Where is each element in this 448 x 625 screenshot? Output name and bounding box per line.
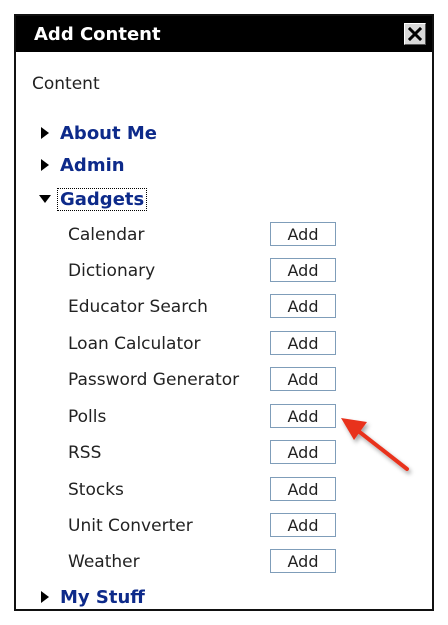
gadget-name: Dictionary	[68, 261, 156, 281]
category-gadgets[interactable]: Gadgets	[36, 186, 148, 212]
gadget-row-password-generator: Password Generator Add	[68, 367, 368, 395]
collapsed-triangle-icon	[36, 155, 54, 175]
add-content-dialog: Add Content Content About Me Admin Gadge…	[14, 14, 434, 611]
add-educator-search-button[interactable]: Add	[270, 294, 336, 318]
add-unit-converter-button[interactable]: Add	[270, 513, 336, 537]
collapsed-triangle-icon	[36, 123, 54, 143]
gadget-row-weather: Weather Add	[68, 549, 368, 577]
gadget-name: Unit Converter	[68, 516, 193, 536]
add-weather-button[interactable]: Add	[270, 549, 336, 573]
gadget-row-unit-converter: Unit Converter Add	[68, 513, 368, 541]
gadget-row-polls: Polls Add	[68, 404, 368, 432]
add-rss-button[interactable]: Add	[270, 440, 336, 464]
category-label[interactable]: Gadgets	[56, 187, 148, 211]
gadget-name: Weather	[68, 552, 140, 572]
add-polls-button[interactable]: Add	[270, 404, 336, 428]
add-dictionary-button[interactable]: Add	[270, 258, 336, 282]
gadget-name: Polls	[68, 407, 107, 427]
gadget-row-stocks: Stocks Add	[68, 477, 368, 505]
add-calendar-button[interactable]: Add	[270, 222, 336, 246]
category-label[interactable]: My Stuff	[58, 587, 147, 608]
gadget-row-rss: RSS Add	[68, 440, 368, 468]
gadget-row-loan-calculator: Loan Calculator Add	[68, 331, 368, 359]
gadget-row-dictionary: Dictionary Add	[68, 258, 368, 286]
dialog-title: Add Content	[34, 24, 161, 45]
expanded-triangle-icon	[36, 189, 54, 209]
gadget-name: Calendar	[68, 225, 145, 245]
category-admin[interactable]: Admin	[36, 152, 127, 178]
gadget-name: Stocks	[68, 480, 124, 500]
gadget-row-calendar: Calendar Add	[68, 222, 368, 250]
gadget-name: Loan Calculator	[68, 334, 201, 354]
category-label[interactable]: About Me	[58, 123, 159, 144]
close-x-icon	[408, 27, 422, 41]
gadget-name: RSS	[68, 443, 102, 463]
collapsed-triangle-icon	[36, 587, 54, 607]
add-password-generator-button[interactable]: Add	[270, 367, 336, 391]
gadget-name: Educator Search	[68, 297, 208, 317]
category-my-stuff[interactable]: My Stuff	[36, 584, 147, 610]
add-loan-calculator-button[interactable]: Add	[270, 331, 336, 355]
content-heading: Content	[32, 74, 100, 94]
gadget-row-educator-search: Educator Search Add	[68, 294, 368, 322]
category-label[interactable]: Admin	[58, 155, 127, 176]
close-button[interactable]	[404, 23, 426, 45]
category-about-me[interactable]: About Me	[36, 120, 159, 146]
gadget-name: Password Generator	[68, 370, 240, 390]
add-stocks-button[interactable]: Add	[270, 477, 336, 501]
dialog-titlebar: Add Content	[16, 16, 432, 52]
